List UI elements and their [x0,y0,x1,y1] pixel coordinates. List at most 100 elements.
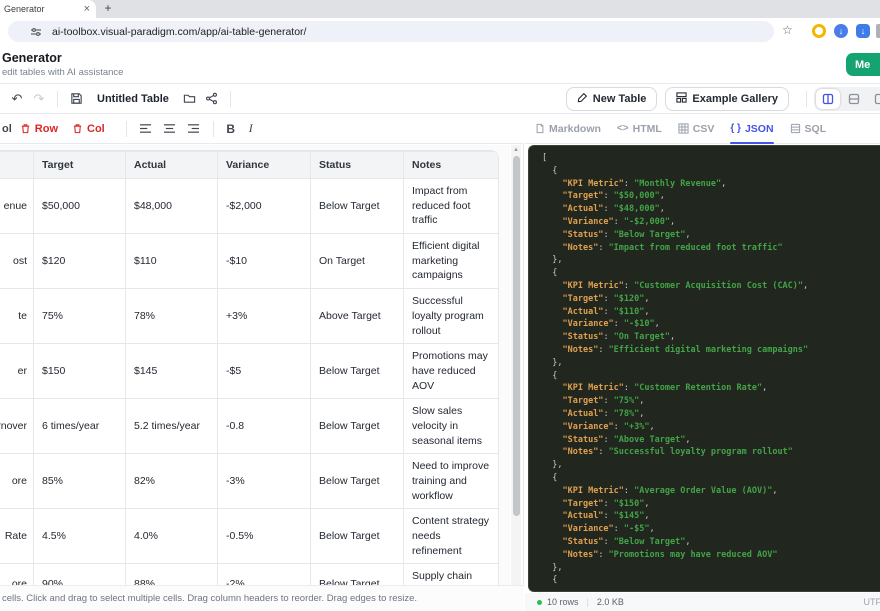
cell-status[interactable]: Below Target [311,564,404,585]
table-row[interactable]: ore90%88%-2%Below TargetSupply chain del… [0,564,499,585]
new-table-button[interactable]: New Table [566,87,658,111]
extension-partial-icon[interactable] [876,24,880,38]
column-header-kpi-metric-clipped[interactable] [0,152,34,179]
extension-downloader-icon[interactable]: ↓ [856,24,870,38]
align-right-icon[interactable] [183,123,205,134]
cell-variance[interactable]: -$2,000 [218,179,311,234]
cell-target[interactable]: 6 times/year [34,399,126,454]
cell-target[interactable]: $120 [34,234,126,289]
cell-target[interactable]: 4.5% [34,509,126,564]
cell-status[interactable]: Below Target [311,509,404,564]
cell-variance[interactable]: -2% [218,564,311,585]
table-row[interactable]: te75%78%+3%Above TargetSuccessful loyalt… [0,289,499,344]
table-row[interactable]: enue$50,000$48,000-$2,000Below TargetImp… [0,179,499,234]
cell-actual[interactable]: $48,000 [126,179,218,234]
browser-tab[interactable]: Generator × [0,0,96,18]
cell-notes[interactable]: Content strategy needs refinement [404,509,499,564]
cell-notes[interactable]: Need to improve training and workflow [404,454,499,509]
split-horizontal-toggle[interactable] [842,89,866,109]
member-button[interactable]: Me [846,53,880,76]
scrollbar-up-arrow[interactable]: ▲ [511,145,521,153]
cell-target[interactable]: 90% [34,564,126,585]
url-bar[interactable]: ai-toolbox.visual-paradigm.com/app/ai-ta… [8,21,774,42]
site-info-icon[interactable] [30,26,42,38]
cell-target[interactable]: $50,000 [34,179,126,234]
export-tab-csv[interactable]: CSV [678,114,715,144]
export-tab-sql[interactable]: SQL [790,114,827,144]
export-tab-json[interactable]: { }JSON [730,114,773,144]
tab-close-icon[interactable]: × [84,3,90,15]
redo-icon[interactable]: ↷ [28,91,50,107]
export-tab-markdown[interactable]: Markdown [535,114,601,144]
share-icon[interactable] [201,92,223,105]
cell-metric_fragment[interactable]: ore [0,564,34,585]
align-center-icon[interactable] [159,123,181,134]
cell-actual[interactable]: $110 [126,234,218,289]
cell-status[interactable]: Below Target [311,454,404,509]
cell-metric_fragment[interactable]: ost [0,234,34,289]
kpi-table[interactable]: TargetActualVarianceStatusNotes enue$50,… [0,151,499,585]
table-row[interactable]: ost$120$110-$10On TargetEfficient digita… [0,234,499,289]
table-scrollbar[interactable]: ▲ [511,145,521,585]
column-header-Actual[interactable]: Actual [126,152,218,179]
cell-variance[interactable]: +3% [218,289,311,344]
column-header-Notes[interactable]: Notes [404,152,499,179]
extension-ring-icon[interactable] [812,24,826,38]
cell-target[interactable]: 75% [34,289,126,344]
export-tab-html[interactable]: <>HTML [617,114,662,144]
cell-notes[interactable]: Supply chain delays observed [404,564,499,585]
extension-download-icon[interactable]: ↓ [834,24,848,38]
cell-variance[interactable]: -0.5% [218,509,311,564]
align-left-icon[interactable] [135,123,157,134]
cell-actual[interactable]: 82% [126,454,218,509]
column-header-Variance[interactable]: Variance [218,152,311,179]
cell-metric_fragment[interactable]: ore [0,454,34,509]
italic-button[interactable]: I [241,121,261,136]
cell-notes[interactable]: Promotions may have reduced AOV [404,344,499,399]
cell-status[interactable]: On Target [311,234,404,289]
file-name[interactable]: Untitled Table [97,93,169,105]
cell-actual[interactable]: 78% [126,289,218,344]
open-folder-icon[interactable] [179,92,201,105]
cell-variance[interactable]: -$10 [218,234,311,289]
maximize-toggle[interactable] [868,89,880,109]
cell-status[interactable]: Below Target [311,399,404,454]
table-row[interactable]: rnover6 times/year5.2 times/year-0.8Belo… [0,399,499,454]
column-header-Target[interactable]: Target [34,152,126,179]
bookmark-star-icon[interactable]: ☆ [782,23,793,37]
table-row[interactable]: er$150$145-$5Below TargetPromotions may … [0,344,499,399]
scrollbar-thumb[interactable] [513,156,520,516]
cell-actual[interactable]: 5.2 times/year [126,399,218,454]
cell-notes[interactable]: Efficient digital marketing campaigns [404,234,499,289]
save-icon[interactable] [65,92,87,105]
cell-target[interactable]: $150 [34,344,126,399]
cell-metric_fragment[interactable]: enue [0,179,34,234]
json-code-view[interactable]: [ { "KPI Metric": "Monthly Revenue", "Ta… [528,145,880,592]
cell-notes[interactable]: Impact from reduced foot traffic [404,179,499,234]
cell-variance[interactable]: -3% [218,454,311,509]
cell-actual[interactable]: 4.0% [126,509,218,564]
delete-row-button[interactable]: Row [20,123,58,135]
bold-button[interactable]: B [221,122,241,136]
column-header-Status[interactable]: Status [311,152,404,179]
cell-metric_fragment[interactable]: rnover [0,399,34,454]
new-tab-button[interactable]: + [100,1,116,17]
table-row[interactable]: Rate4.5%4.0%-0.5%Below TargetContent str… [0,509,499,564]
cell-status[interactable]: Below Target [311,344,404,399]
cell-variance[interactable]: -$5 [218,344,311,399]
cell-metric_fragment[interactable]: te [0,289,34,344]
cell-metric_fragment[interactable]: Rate [0,509,34,564]
cell-target[interactable]: 85% [34,454,126,509]
cell-metric_fragment[interactable]: er [0,344,34,399]
example-gallery-button[interactable]: Example Gallery [665,87,789,111]
table-header-row[interactable]: TargetActualVarianceStatusNotes [0,152,499,179]
undo-icon[interactable]: ↶ [6,91,28,107]
add-col-button-clipped[interactable]: ol [2,123,12,135]
cell-status[interactable]: Below Target [311,179,404,234]
split-vertical-toggle[interactable] [816,89,840,109]
cell-variance[interactable]: -0.8 [218,399,311,454]
cell-actual[interactable]: 88% [126,564,218,585]
cell-notes[interactable]: Slow sales velocity in seasonal items [404,399,499,454]
delete-col-button[interactable]: Col [72,123,105,135]
cell-notes[interactable]: Successful loyalty program rollout [404,289,499,344]
